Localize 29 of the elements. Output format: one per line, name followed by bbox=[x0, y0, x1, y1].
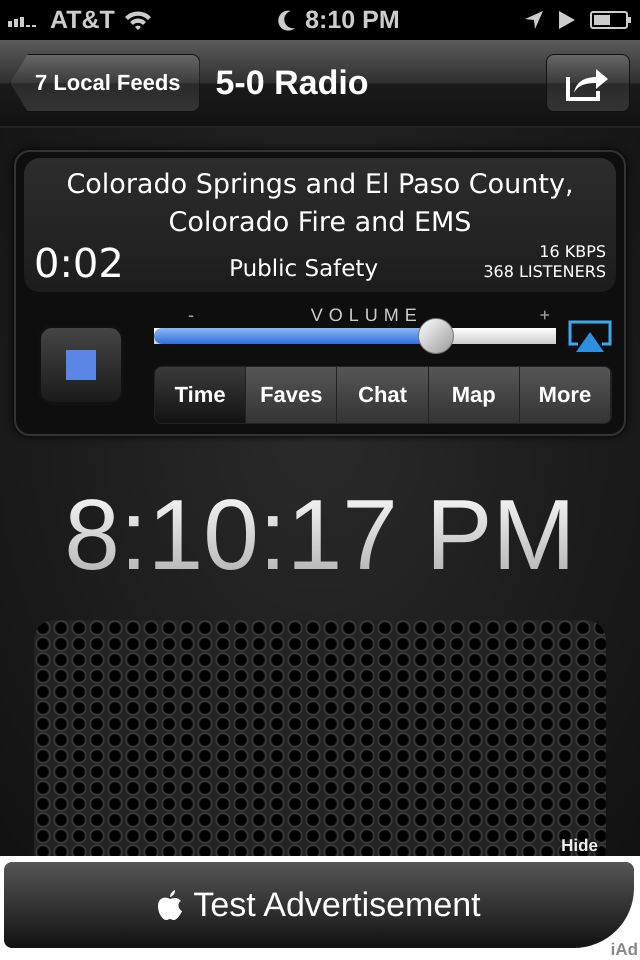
back-button[interactable]: 7 Local Feeds bbox=[10, 54, 200, 112]
ad-text: Test Advertisement bbox=[193, 886, 481, 924]
tab[interactable]: Chat bbox=[337, 367, 429, 423]
apple-icon bbox=[157, 890, 184, 920]
wifi-icon bbox=[122, 9, 153, 31]
tab[interactable]: Map bbox=[428, 367, 520, 423]
tab[interactable]: Faves bbox=[246, 367, 338, 423]
play-icon bbox=[558, 10, 576, 30]
volume-max-label: + bbox=[539, 306, 550, 324]
screen-title: 5-0 Radio bbox=[216, 64, 370, 102]
carrier-name: AT&T bbox=[50, 6, 115, 34]
genre-label: Public Safety bbox=[229, 256, 378, 284]
bitrate-label: 16 KBPS bbox=[539, 242, 606, 262]
tab[interactable]: More bbox=[520, 367, 611, 423]
airplay-icon[interactable] bbox=[568, 320, 612, 354]
moon-icon bbox=[277, 9, 298, 31]
battery-icon bbox=[590, 10, 632, 30]
share-button[interactable] bbox=[546, 54, 630, 112]
listeners-count: 368 LISTENERS bbox=[483, 262, 606, 282]
tab[interactable]: Time bbox=[155, 367, 246, 423]
stop-button[interactable] bbox=[38, 325, 124, 405]
location-arrow-icon bbox=[524, 10, 544, 30]
elapsed-time: 0:02 bbox=[34, 242, 124, 286]
volume-thumb[interactable] bbox=[418, 318, 454, 354]
station-name: Colorado Springs and El Paso County, Colorado Fire and EMS bbox=[65, 168, 575, 240]
hide-button[interactable]: Hide bbox=[557, 836, 606, 856]
volume-label: VOLUME bbox=[310, 306, 423, 324]
status-time: 8:10 PM bbox=[305, 6, 400, 34]
volume-min-label: - bbox=[188, 306, 194, 324]
